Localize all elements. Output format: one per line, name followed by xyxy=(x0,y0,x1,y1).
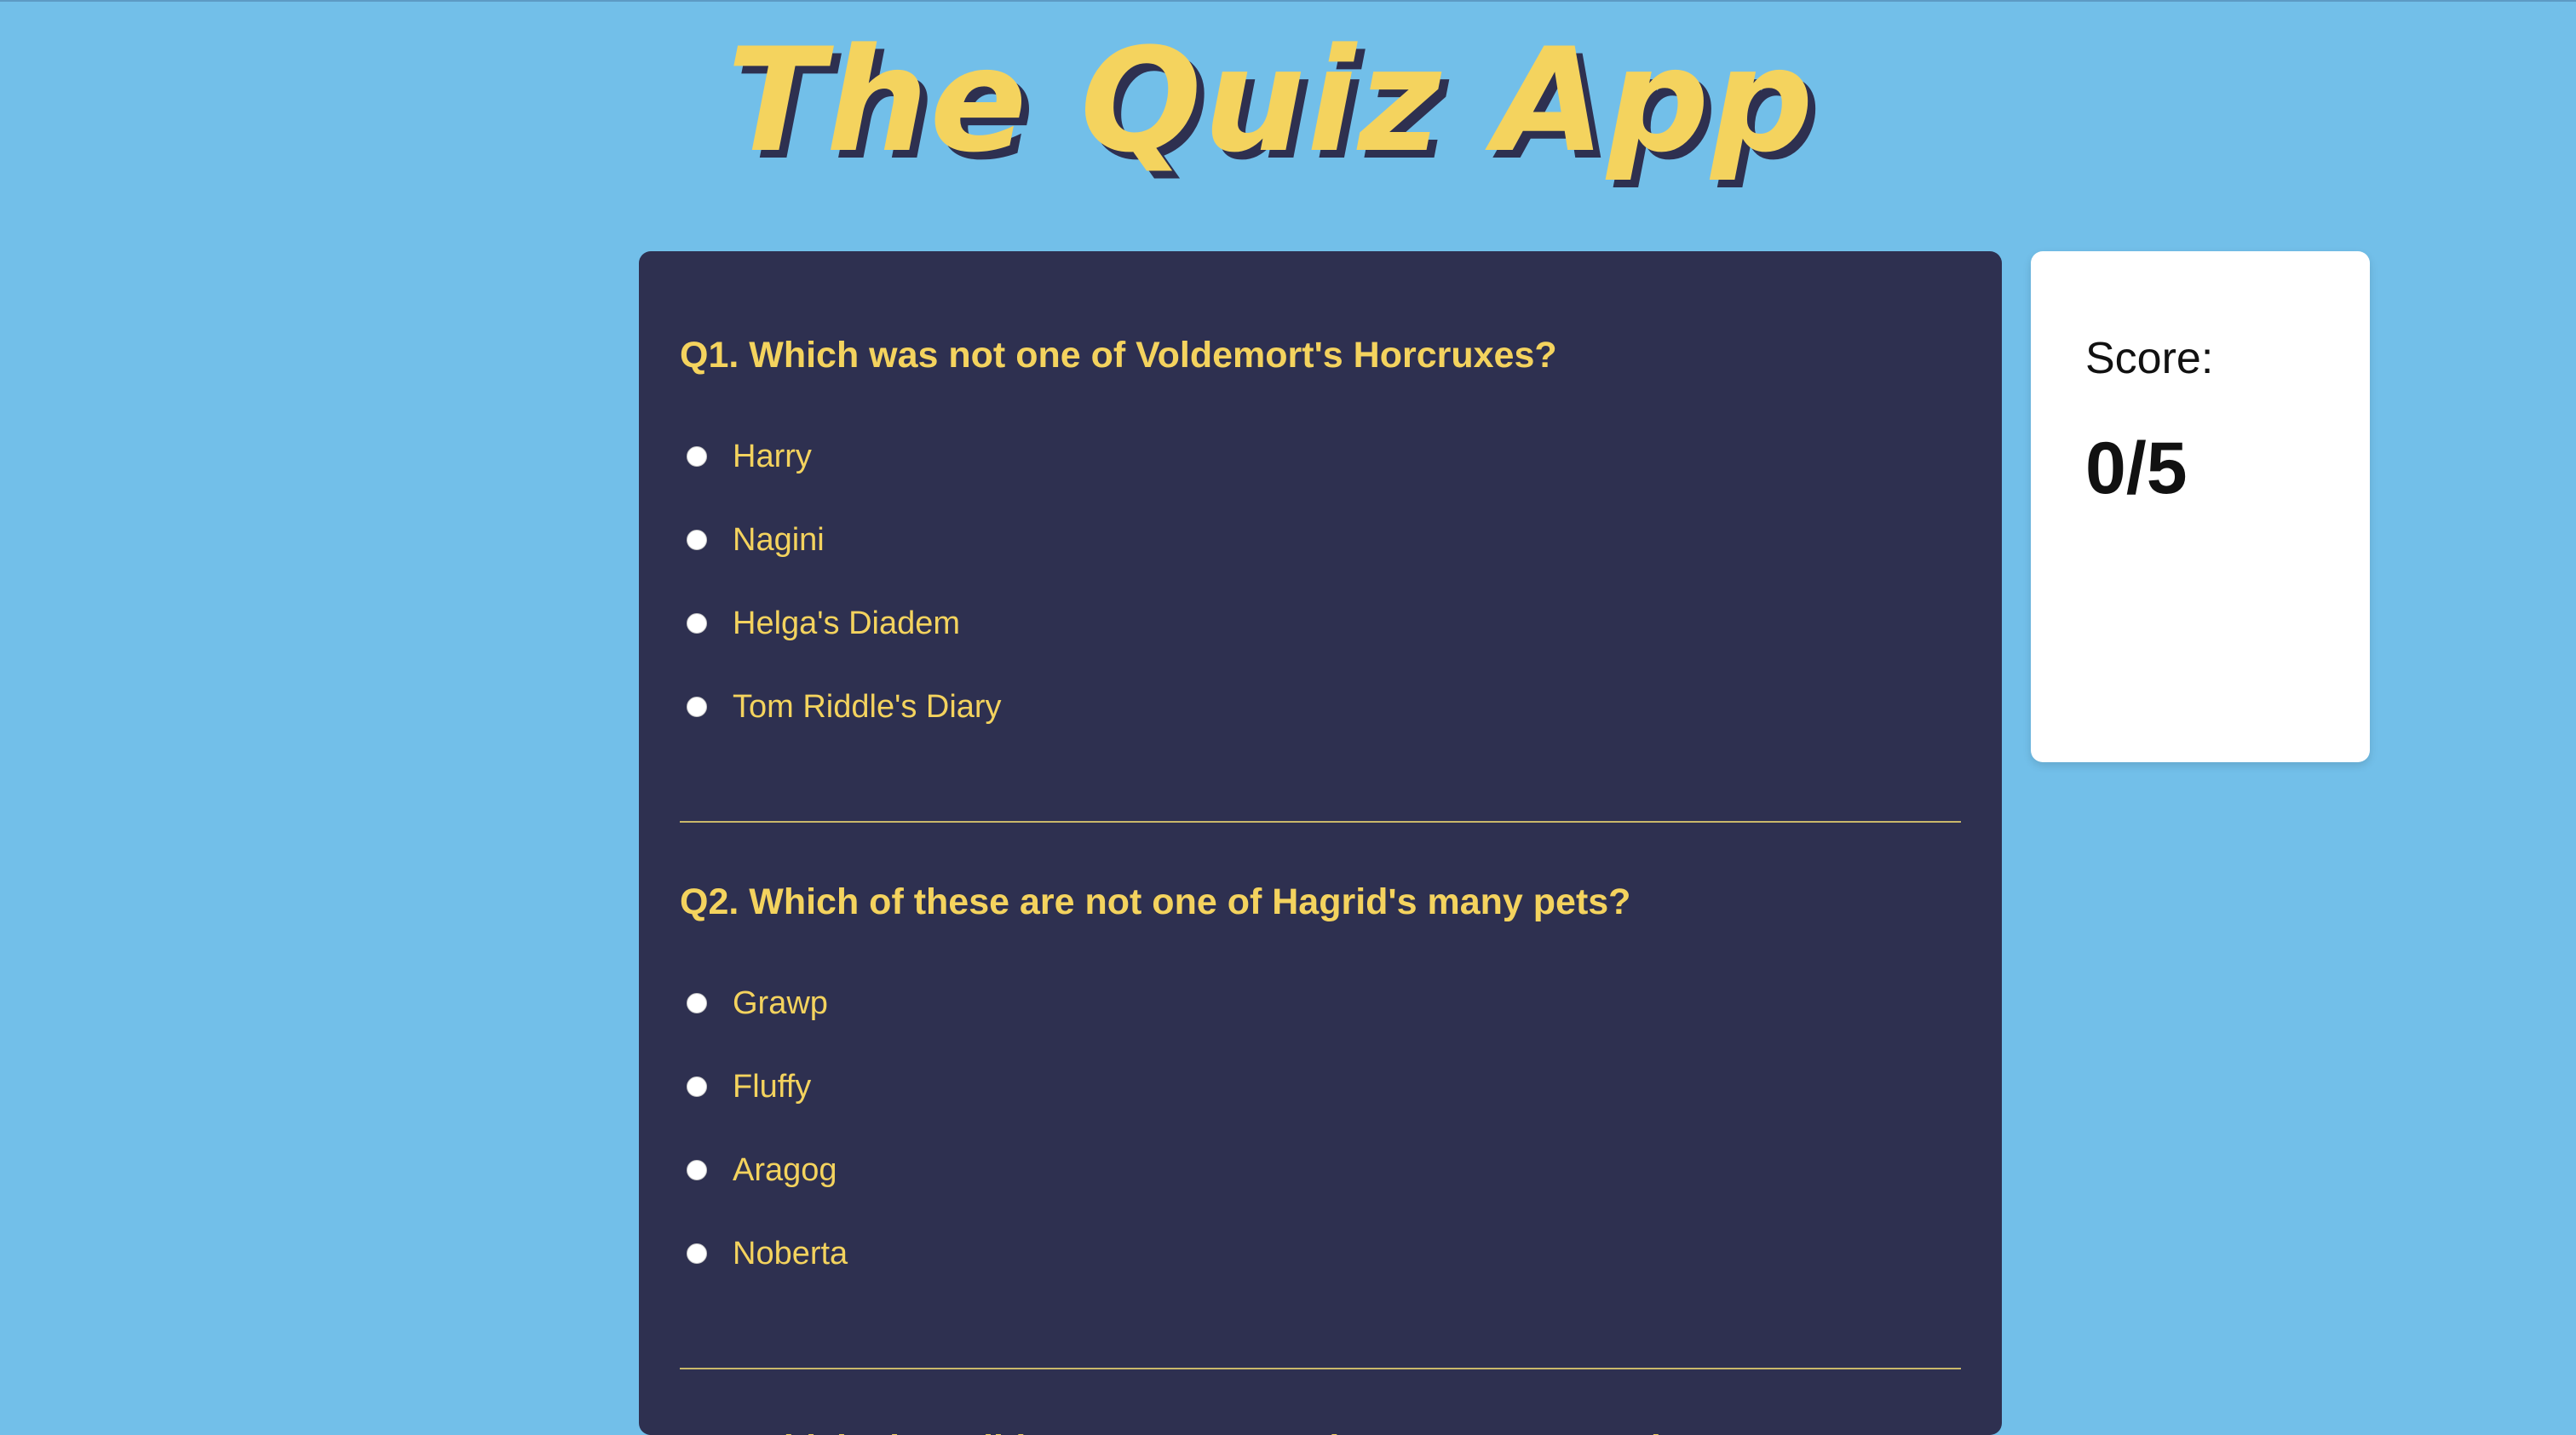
answer-option[interactable]: Aragog xyxy=(680,1128,1961,1212)
question-text: Q2. Which of these are not one of Hagrid… xyxy=(680,881,1631,922)
answer-option-label[interactable]: Noberta xyxy=(733,1236,848,1272)
question-2: Q2. Which of these are not one of Hagrid… xyxy=(680,880,1961,1295)
radio-button[interactable] xyxy=(687,1076,707,1097)
answer-option-label[interactable]: Grawp xyxy=(733,985,828,1022)
radio-button[interactable] xyxy=(687,1160,707,1180)
answer-option-label[interactable]: Tom Riddle's Diary xyxy=(733,689,1002,726)
answer-option[interactable]: Harry xyxy=(680,415,1961,498)
score-card: Score: 0/5 xyxy=(2031,251,2370,762)
question-text: Q1. Which was not one of Voldemort's Hor… xyxy=(680,335,1557,376)
answer-option-label[interactable]: Harry xyxy=(733,439,812,475)
radio-button[interactable] xyxy=(687,993,707,1013)
radio-button[interactable] xyxy=(687,530,707,550)
score-value: 0/5 xyxy=(2085,428,2188,509)
app-title: The Quiz App xyxy=(727,17,1815,184)
score-label: Score: xyxy=(2085,334,2214,383)
answer-option-label[interactable]: Helga's Diadem xyxy=(733,606,960,642)
answer-option[interactable]: Grawp xyxy=(680,961,1961,1045)
radio-button[interactable] xyxy=(687,697,707,717)
question-divider xyxy=(680,821,1961,823)
question-1: Q1. Which was not one of Voldemort's Hor… xyxy=(680,333,1961,749)
answer-option[interactable]: Nagini xyxy=(680,498,1961,582)
answer-option[interactable]: Noberta xyxy=(680,1212,1961,1295)
radio-button[interactable] xyxy=(687,613,707,634)
answer-option[interactable]: Fluffy xyxy=(680,1045,1961,1128)
radio-button[interactable] xyxy=(687,1243,707,1264)
answer-option[interactable]: Tom Riddle's Diary xyxy=(680,665,1961,749)
question-3: Q3. Which class did Severus Snape always… xyxy=(680,1426,1961,1435)
question-text: Q3. Which class did Severus Snape always… xyxy=(680,1426,1961,1435)
answer-options: Harry Nagini Helga's Diadem Tom Riddle's… xyxy=(680,415,1961,749)
answer-options: Grawp Fluffy Aragog Noberta xyxy=(680,961,1961,1295)
question-divider xyxy=(680,1368,1961,1369)
answer-option-label[interactable]: Fluffy xyxy=(733,1069,811,1105)
answer-option[interactable]: Helga's Diadem xyxy=(680,582,1961,665)
radio-button[interactable] xyxy=(687,446,707,467)
answer-option-label[interactable]: Aragog xyxy=(733,1152,837,1189)
answer-option-label[interactable]: Nagini xyxy=(733,522,825,559)
quiz-panel: Q1. Which was not one of Voldemort's Hor… xyxy=(639,251,2002,1435)
